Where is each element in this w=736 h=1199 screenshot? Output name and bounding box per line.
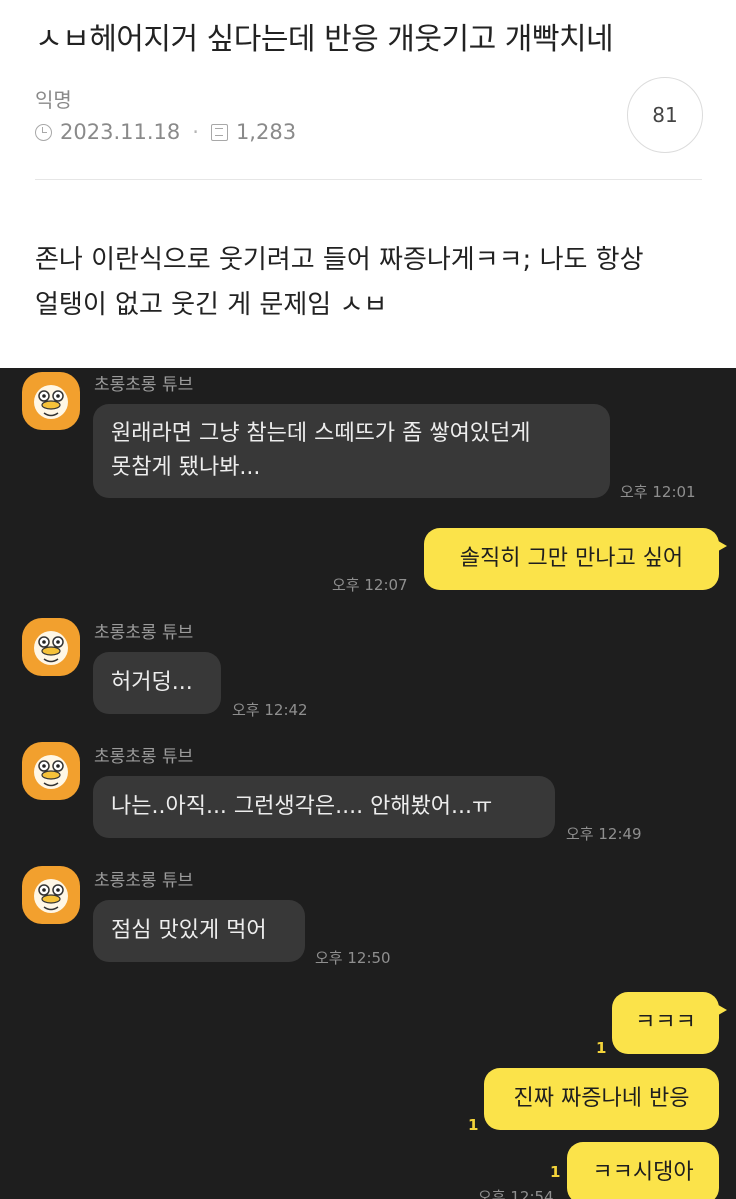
message-text: 나는..아직... 그런생각은.... 안해봤어...ㅠ [111,794,493,819]
post-body-line: 존나 이란식으로 웃기려고 들어 짜증나게ㅋㅋ; 나도 항상 [35,245,644,275]
clock-icon [35,123,52,141]
sender-name: 초롱초롱 튜브 [94,623,194,643]
message-time: 오후 12:54 [478,1188,554,1199]
unread-count: 1 [596,1039,607,1057]
post-author: 익명 [35,88,72,112]
sender-name: 초롱초롱 튜브 [94,747,194,767]
post-body-line: 얼탱이 없고 웃긴 게 문제임 ㅅㅂ [35,290,388,320]
post-title: ㅅㅂ헤어지거 싶다는데 반응 개웃기고 개빡치네 [35,22,614,57]
comment-count-button[interactable]: 81 [627,77,703,153]
outgoing-message-bubble[interactable]: 솔직히 그만 만나고 싶어 [424,528,727,590]
comment-count: 81 [652,103,678,127]
outgoing-message-bubble[interactable]: ㅋㅋㅋ [612,992,727,1054]
post-date: 2023.11.18 [60,120,181,144]
message-text: 허거덩... [111,670,193,695]
sender-avatar[interactable] [22,372,80,430]
message-time: 오후 12:42 [232,701,308,719]
tube-character-icon [34,755,68,789]
incoming-message-bubble[interactable]: 원래라면 그냥 참는데 스떼뜨가 좀 쌓여있던게 못참게 됐나봐... [93,404,610,498]
unread-count: 1 [468,1116,479,1134]
unread-count: 1 [550,1163,561,1181]
message-time: 오후 12:01 [620,483,696,501]
sender-avatar[interactable] [22,742,80,800]
message-line: 원래라면 그냥 참는데 스떼뜨가 좀 쌓여있던게 [111,421,531,446]
divider [35,179,702,180]
tube-character-icon [34,385,68,419]
incoming-message-bubble[interactable]: 나는..아직... 그런생각은.... 안해봤어...ㅠ [93,776,555,838]
sender-name: 초롱초롱 튜브 [94,871,194,891]
tube-character-icon [34,879,68,913]
post-meta: 2023.11.18 · 1,283 [35,120,296,144]
meta-separator: · [192,120,199,144]
message-line: 못참게 됐나봐... [111,455,261,480]
tube-character-icon [34,631,68,665]
message-time: 오후 12:50 [315,949,391,967]
incoming-message-bubble[interactable]: 허거덩... [93,652,221,714]
post-container: ㅅㅂ헤어지거 싶다는데 반응 개웃기고 개빡치네 익명 2023.11.18 ·… [0,0,736,368]
incoming-message-bubble[interactable]: 점심 맛있게 먹어 [93,900,305,962]
sender-name: 초롱초롱 튜브 [94,375,194,395]
outgoing-message-bubble[interactable]: 진짜 짜증나네 반응 [484,1068,719,1130]
views-icon [210,123,228,141]
message-time: 오후 12:07 [332,576,408,594]
message-text: ㅋㅋㅋ [635,1010,696,1035]
post-views: 1,283 [235,120,297,144]
message-text: 솔직히 그만 만나고 싶어 [459,546,684,571]
sender-avatar[interactable] [22,866,80,924]
message-text: 점심 맛있게 먹어 [111,918,267,943]
message-time: 오후 12:49 [566,825,642,843]
sender-avatar[interactable] [22,618,80,676]
message-text: 진짜 짜증나네 반응 [513,1086,690,1111]
chat-screenshot: 초롱초롱 튜브 원래라면 그냥 참는데 스떼뜨가 좀 쌓여있던게 못참게 됐나봐… [0,368,736,1199]
message-text: ㅋㅋ시댕아 [592,1160,694,1185]
post-body: 존나 이란식으로 웃기려고 들어 짜증나게ㅋㅋ; 나도 항상 얼탱이 없고 웃긴… [35,238,715,328]
outgoing-message-bubble[interactable]: ㅋㅋ시댕아 [567,1142,719,1199]
